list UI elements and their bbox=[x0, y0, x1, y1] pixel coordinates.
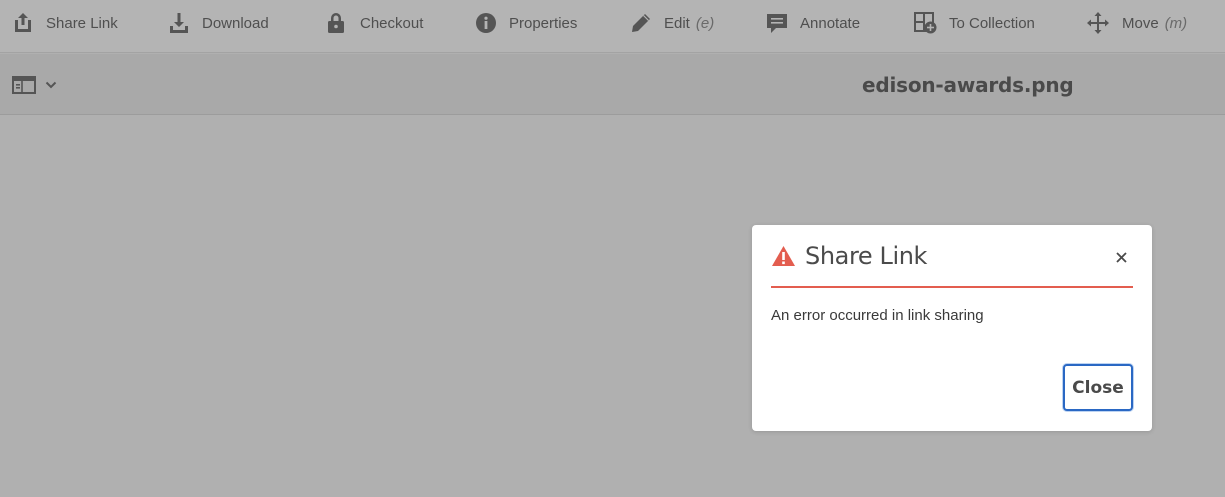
move-shortcut: (m) bbox=[1164, 14, 1188, 32]
to-collection-button[interactable]: To Collection bbox=[914, 0, 1035, 46]
share-link-error-dialog: Share Link An error occurred in link sha… bbox=[752, 225, 1152, 431]
checkout-button[interactable]: Checkout bbox=[326, 0, 423, 46]
move-button[interactable]: Move (m) bbox=[1086, 0, 1187, 46]
close-button[interactable]: Close bbox=[1063, 364, 1133, 411]
share-icon bbox=[15, 13, 31, 32]
download-label: Download bbox=[202, 14, 269, 32]
title-bar: edison-awards.png bbox=[0, 54, 1225, 115]
to-collection-label: To Collection bbox=[949, 14, 1035, 32]
edit-label: Edit bbox=[664, 14, 690, 32]
annotate-button[interactable]: Annotate bbox=[766, 0, 860, 46]
share-link-button[interactable]: Share Link bbox=[12, 0, 118, 46]
share-link-label: Share Link bbox=[46, 14, 118, 32]
pencil-icon bbox=[632, 14, 650, 32]
dialog-title: Share Link bbox=[805, 242, 928, 270]
rail-toggle-button[interactable] bbox=[12, 76, 57, 94]
download-button[interactable]: Download bbox=[168, 0, 269, 46]
action-bar: Share Link Download Checkout Properties … bbox=[0, 0, 1225, 53]
chevron-down-icon bbox=[45, 81, 57, 89]
dialog-close-button[interactable] bbox=[1113, 249, 1129, 265]
properties-button[interactable]: Properties bbox=[475, 0, 577, 46]
info-icon bbox=[476, 13, 496, 33]
properties-label: Properties bbox=[509, 14, 578, 32]
page-title: edison-awards.png bbox=[862, 73, 1074, 97]
lock-icon bbox=[328, 13, 344, 33]
dialog-message: An error occurred in link sharing bbox=[771, 307, 984, 324]
move-icon bbox=[1087, 12, 1109, 34]
edit-button[interactable]: Edit (e) bbox=[630, 0, 714, 46]
add-to-collection-icon bbox=[914, 12, 937, 34]
rail-toggle-icon bbox=[12, 76, 36, 94]
close-icon bbox=[1115, 251, 1127, 263]
download-icon bbox=[170, 13, 188, 33]
dialog-header: Share Link bbox=[771, 241, 1133, 288]
annotate-label: Annotate bbox=[800, 14, 861, 32]
edit-shortcut: (e) bbox=[695, 14, 715, 32]
move-label: Move bbox=[1122, 14, 1159, 32]
checkout-label: Checkout bbox=[360, 14, 424, 32]
comment-icon bbox=[767, 14, 787, 33]
alert-icon bbox=[772, 246, 795, 266]
